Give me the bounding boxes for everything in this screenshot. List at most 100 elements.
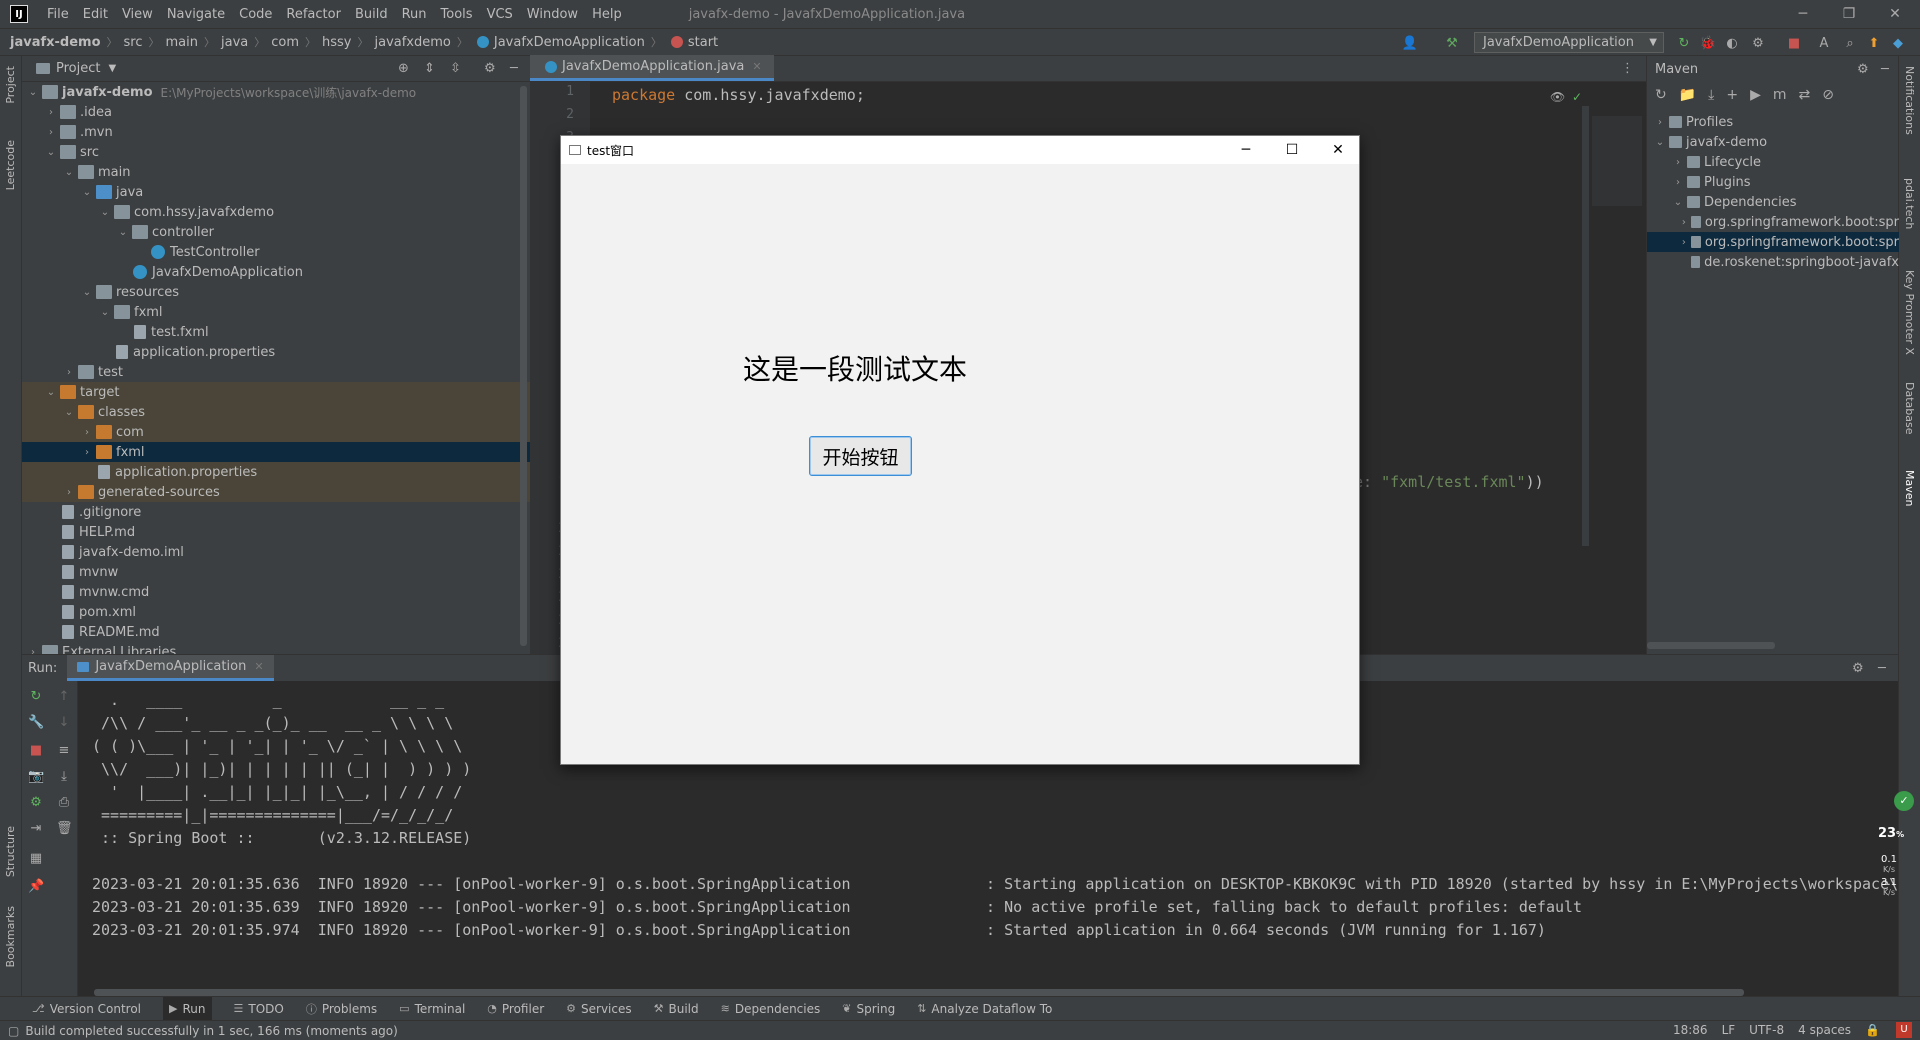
chevron-right-icon[interactable]: › (80, 427, 94, 438)
notifications-tool-tab[interactable]: Notifications (1903, 66, 1916, 135)
tree-item[interactable]: ⌄ controller (22, 222, 530, 242)
breadcrumb-method[interactable]: start (688, 35, 718, 50)
tree-item[interactable]: › generated-sources (22, 482, 530, 502)
code-minimap[interactable] (1592, 116, 1642, 206)
menu-vcs[interactable]: VCS (480, 7, 520, 22)
wrench-icon[interactable]: 🔧 (28, 715, 44, 731)
execute-goal-icon[interactable]: m (1773, 87, 1787, 103)
minimize-icon[interactable]: ─ (1223, 136, 1269, 164)
run-config-select[interactable]: JavafxDemoApplication ▼ (1474, 32, 1664, 53)
menu-code[interactable]: Code (232, 7, 279, 22)
maven-tree-item[interactable]: de.roskenet:springboot-javafx (1647, 252, 1899, 272)
tree-item[interactable]: › fxml (22, 442, 530, 462)
console-scrollbar[interactable] (94, 989, 1744, 996)
breadcrumb-class[interactable]: JavafxDemoApplication (494, 35, 645, 50)
maven-tree-item[interactable]: ⌄ Dependencies (1647, 192, 1899, 212)
chevron-right-icon[interactable]: › (62, 367, 76, 378)
plugin-icon[interactable]: ◆ (1890, 35, 1906, 51)
tree-item[interactable]: javafx-demo.iml (22, 542, 530, 562)
close-tab-icon[interactable]: ✕ (254, 660, 263, 673)
line-number[interactable]: 2 (530, 107, 574, 122)
coverage-icon[interactable]: ◐ (1724, 35, 1740, 51)
menu-build[interactable]: Build (348, 7, 395, 22)
gear-icon[interactable]: ⚙ (484, 61, 496, 76)
skip-tests-icon[interactable]: ⊘ (1822, 87, 1834, 103)
rerun-icon[interactable]: ↻ (28, 689, 44, 705)
menu-file[interactable]: File (40, 7, 76, 22)
database-tool-tab[interactable]: Database (1903, 382, 1916, 435)
chevron-down-icon[interactable]: ⌄ (1653, 137, 1667, 148)
menu-help[interactable]: Help (585, 7, 629, 22)
chevron-down-icon[interactable]: ⌄ (26, 87, 40, 98)
chevron-down-icon[interactable]: ⌄ (62, 167, 76, 178)
menu-refactor[interactable]: Refactor (279, 7, 348, 22)
hide-icon[interactable]: ─ (1881, 62, 1889, 77)
tool-analyze-dataflow[interactable]: ⇅ Analyze Dataflow To (917, 1002, 1052, 1016)
project-tool-tab[interactable]: Project (4, 66, 17, 104)
maven-tree-item[interactable]: › Lifecycle (1647, 152, 1899, 172)
chevron-right-icon[interactable]: › (1653, 117, 1667, 128)
expand-all-icon[interactable]: ⇕ (424, 61, 435, 76)
chevron-right-icon[interactable]: › (1671, 177, 1685, 188)
editor-tab[interactable]: JavafxDemoApplication.java ✕ (530, 55, 774, 81)
tree-item[interactable]: application.properties (22, 462, 530, 482)
breadcrumb-java[interactable]: java (221, 35, 248, 50)
structure-tool-tab[interactable]: Structure (4, 826, 17, 877)
tree-item[interactable]: HELP.md (22, 522, 530, 542)
key-promoter-tool-tab[interactable]: Key Promoter X (1903, 270, 1916, 355)
camera-icon[interactable]: 📷 (28, 769, 44, 785)
chevron-down-icon[interactable]: ⌄ (116, 227, 130, 238)
tool-problems[interactable]: ⓘ Problems (306, 1001, 377, 1017)
pdai-tool-tab[interactable]: pdai.tech (1903, 178, 1916, 229)
file-encoding[interactable]: UTF-8 (1749, 1023, 1784, 1037)
tree-item[interactable]: mvnw.cmd (22, 582, 530, 602)
close-icon[interactable]: ✕ (1315, 136, 1361, 164)
caret-position[interactable]: 18:86 (1673, 1023, 1708, 1037)
breadcrumb-com[interactable]: com (271, 35, 299, 50)
hide-icon[interactable]: ─ (510, 61, 518, 76)
tree-item[interactable]: .gitignore (22, 502, 530, 522)
hide-icon[interactable]: ─ (1878, 661, 1886, 676)
maven-tree-item[interactable]: ⌄ javafx-demo (1647, 132, 1899, 152)
chevron-down-icon[interactable]: ⌄ (98, 307, 112, 318)
soft-wrap-icon[interactable]: ≡ (56, 743, 72, 759)
tree-item[interactable]: › .idea (22, 102, 530, 122)
tree-item[interactable]: TestController (22, 242, 530, 262)
chevron-right-icon[interactable]: › (44, 107, 58, 118)
tree-item[interactable]: ⌄ com.hssy.javafxdemo (22, 202, 530, 222)
menu-edit[interactable]: Edit (76, 7, 115, 22)
menu-navigate[interactable]: Navigate (160, 7, 232, 22)
chevron-right-icon[interactable]: › (80, 447, 94, 458)
tree-item[interactable]: ⌄ resources (22, 282, 530, 302)
editor-scrollbar[interactable] (1582, 106, 1589, 546)
restore-icon[interactable]: ❐ (1826, 0, 1872, 28)
menu-view[interactable]: View (115, 7, 160, 22)
maven-tree-item[interactable]: › Plugins (1647, 172, 1899, 192)
chevron-down-icon[interactable]: ⌄ (80, 187, 94, 198)
tool-services[interactable]: ⚙ Services (566, 1002, 631, 1016)
add-icon[interactable]: + (1726, 87, 1738, 103)
stop-icon[interactable]: ■ (1786, 35, 1802, 51)
chevron-right-icon[interactable]: › (1671, 157, 1685, 168)
chevron-right-icon[interactable]: › (1679, 217, 1690, 228)
tree-item[interactable]: ⌄ src (22, 142, 530, 162)
bookmarks-tool-tab[interactable]: Bookmarks (4, 906, 17, 967)
chevron-right-icon[interactable]: › (44, 127, 58, 138)
tree-item[interactable]: ⌄ main (22, 162, 530, 182)
chevron-down-icon[interactable]: ⌄ (98, 207, 112, 218)
leetcode-tool-tab[interactable]: Leetcode (4, 140, 17, 190)
update-icon[interactable]: ⬆ (1866, 35, 1882, 51)
download-icon[interactable]: ⤓ (1708, 87, 1714, 103)
exit-icon[interactable]: ⇥ (28, 821, 44, 837)
status-message[interactable]: Build completed successfully in 1 sec, 1… (25, 1024, 397, 1038)
run-tab[interactable]: JavafxDemoApplication ✕ (67, 655, 274, 681)
profile-icon[interactable]: ⚙ (1750, 35, 1766, 51)
line-separator[interactable]: LF (1722, 1023, 1736, 1037)
tree-item[interactable]: ⌄ javafx-demo E:\MyProjects\workspace\训练\j… (22, 82, 530, 102)
lock-icon[interactable]: 🔒 (1865, 1023, 1880, 1037)
tree-item[interactable]: ⌄ java (22, 182, 530, 202)
tool-build[interactable]: ⚒ Build (654, 1002, 699, 1016)
code-line-1[interactable]: package com.hssy.javafxdemo; (612, 86, 865, 104)
toggle-offline-icon[interactable]: ⇄ (1799, 87, 1811, 103)
start-button[interactable]: 开始按钮 (809, 436, 912, 476)
